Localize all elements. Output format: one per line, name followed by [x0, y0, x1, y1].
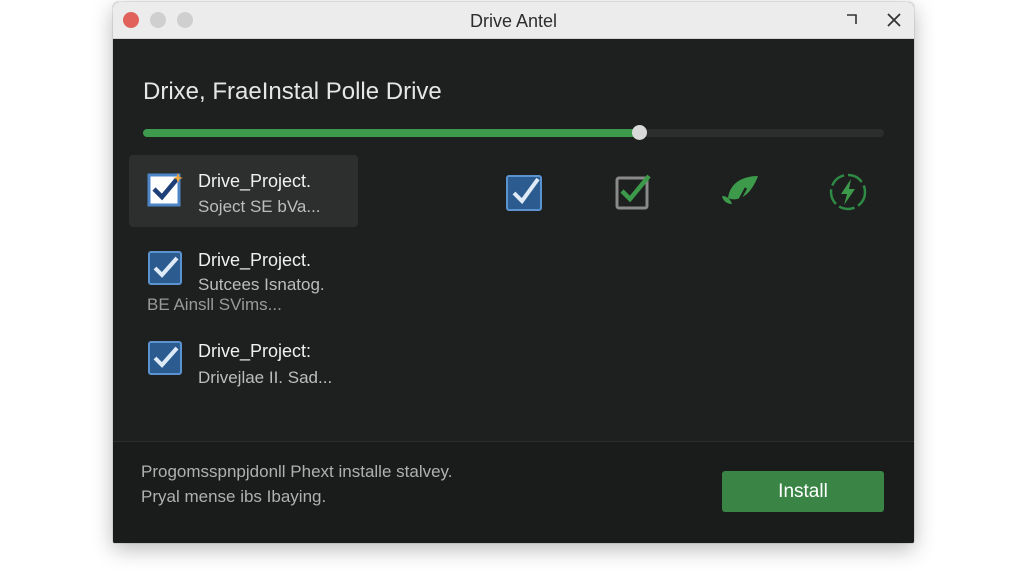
- page-heading: Drixe, FraeInstal Polle Drive: [143, 78, 442, 105]
- installer-window: Drive Antel Drixe, FraeInstal Polle Driv…: [113, 2, 914, 543]
- window-title: Drive Antel: [469, 11, 558, 31]
- leaf-icon[interactable]: [718, 170, 762, 214]
- item-subtitle: Sutcees Isnatog.: [198, 275, 325, 294]
- progress-fill: [143, 129, 640, 137]
- title-bar: Drive Antel: [113, 2, 914, 39]
- checkbox-icon[interactable]: [147, 171, 183, 207]
- close-icon[interactable]: [884, 10, 904, 30]
- item-detail: BE Ainsll SVims...: [147, 295, 282, 314]
- install-button[interactable]: Install: [722, 471, 884, 512]
- list-item[interactable]: Drive_Project. Soject SE bVa...: [129, 155, 358, 227]
- checkbox-icon[interactable]: [147, 250, 183, 286]
- item-title: Drive_Project.: [198, 250, 312, 270]
- progress-bar[interactable]: [143, 125, 884, 140]
- bolt-icon[interactable]: [826, 170, 870, 214]
- item-subtitle: Drivejlae II. Sad...: [198, 368, 333, 387]
- footer-status-line-1: Progomsspnpjdonll Phext installe stalvey…: [141, 462, 453, 481]
- item-title: Drive_Project.: [198, 171, 312, 191]
- footer-status-line-2: Pryal mense ibs Ibaying.: [141, 487, 327, 506]
- checkbox-icon[interactable]: [147, 340, 183, 376]
- check-square-icon[interactable]: [611, 170, 655, 214]
- checkbox-icon[interactable]: [503, 170, 547, 214]
- item-title: Drive_Project:: [198, 341, 312, 361]
- restore-icon[interactable]: [842, 10, 862, 30]
- list-item[interactable]: Drive_Project: Drivejlae II. Sad...: [129, 332, 358, 392]
- item-subtitle: Soject SE bVa...: [198, 197, 321, 216]
- list-item[interactable]: Drive_Project. Sutcees Isnatog. BE Ainsl…: [129, 242, 358, 317]
- progress-knob[interactable]: [632, 125, 648, 140]
